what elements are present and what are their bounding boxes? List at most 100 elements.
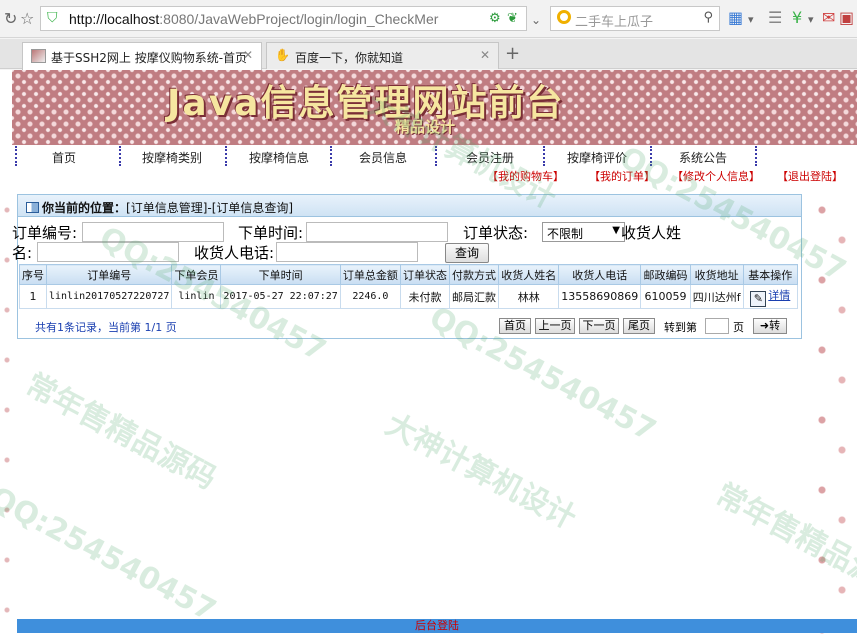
tab-label: 基于SSH2网上 按摩仪购物系统-首页	[51, 51, 248, 65]
page-number-input[interactable]	[705, 318, 729, 334]
order-time-label: 下单时间:	[238, 224, 304, 242]
breadcrumb: 你当前的位置：[订单信息管理]-[订单信息查询]	[18, 195, 801, 217]
logout-link[interactable]: 【退出登陆】	[777, 168, 843, 184]
first-page-button[interactable]: 首页	[499, 318, 531, 334]
web-page: Java信息管理网站前台 精品设计 首页 按摩椅类别 按摩椅信息 会员信息 会员…	[0, 70, 857, 640]
nav-member-info[interactable]: 会员信息	[359, 149, 407, 166]
next-page-button[interactable]: 下一页	[579, 318, 619, 334]
decorative-flowers	[807, 190, 857, 640]
nav-separator	[225, 146, 227, 166]
prev-page-button[interactable]: 上一页	[535, 318, 575, 334]
cell-total: 2246.0	[339, 284, 401, 309]
detail-link[interactable]: 详情	[768, 289, 790, 302]
cell-order-no: linlin20170527220727	[45, 284, 173, 309]
nav-home[interactable]: 首页	[52, 149, 76, 166]
apps-icon[interactable]: ▦	[728, 10, 743, 26]
chevron-down-icon[interactable]: ▾	[748, 12, 754, 28]
order-table: 序号 订单编号 下单会员 下单时间 订单总金额 订单状态 付款方式 收货人姓名 …	[19, 264, 799, 309]
column-header: 下单时间	[220, 264, 341, 285]
nav-separator	[543, 146, 545, 166]
chevron-down-icon[interactable]: ⌄	[531, 12, 541, 28]
order-no-input[interactable]	[82, 222, 224, 242]
column-header: 基本操作	[742, 264, 799, 285]
chevron-down-icon: ▼	[612, 225, 620, 236]
search-icon[interactable]: ⚲	[703, 10, 713, 25]
column-header: 下单会员	[171, 264, 222, 285]
url-path: :8080/JavaWebProject/login/login_CheckMe…	[159, 11, 439, 27]
tab-home[interactable]: 基于SSH2网上 按摩仪购物系统-首页 ✕	[22, 42, 262, 70]
banner-title: Java信息管理网站前台	[167, 83, 565, 124]
menu-icon[interactable]: ☰	[768, 10, 782, 26]
nav-separator	[119, 146, 121, 166]
column-header: 订单状态	[399, 264, 450, 285]
main-nav: 首页 按摩椅类别 按摩椅信息 会员信息 会员注册 按摩椅评价 系统公告	[12, 146, 772, 166]
chevron-down-icon[interactable]: ▾	[808, 12, 814, 28]
tab-baidu[interactable]: ✋ 百度一下，你就知道 ✕	[266, 42, 499, 69]
column-header: 邮政编码	[640, 264, 691, 285]
baidu-icon: ✋	[275, 48, 290, 62]
close-icon[interactable]: ✕	[243, 48, 253, 62]
page-unit-label: 页	[733, 321, 744, 334]
nav-separator	[15, 146, 17, 166]
settings-icon[interactable]: ⚙	[489, 11, 501, 26]
pagination: 共有1条记录，当前第 1/1 页 首页 上一页 下一页 尾页 转到第 页 ➜转	[17, 315, 802, 337]
admin-login-link[interactable]: 后台登陆	[415, 619, 459, 632]
footer-bar: 后台登陆	[17, 619, 857, 633]
refresh-icon[interactable]: ↻	[4, 11, 17, 27]
nav-chair-review[interactable]: 按摩椅评价	[567, 149, 627, 166]
mail-icon[interactable]: ✉	[822, 10, 835, 26]
search-input[interactable]: 二手车上瓜子	[575, 11, 653, 30]
close-icon[interactable]: ✕	[480, 48, 490, 62]
query-button[interactable]: 查询	[445, 243, 489, 263]
order-no-label: 订单编号:	[12, 224, 78, 242]
nav-chair-category[interactable]: 按摩椅类别	[142, 149, 202, 166]
receiver-name-label: 收货人姓	[621, 224, 682, 242]
nav-chair-info[interactable]: 按摩椅信息	[249, 149, 309, 166]
location-label: 你当前的位置：	[42, 201, 127, 215]
shield-icon: ⛉	[47, 10, 58, 26]
cell-order-time: 2017-05-27 22:07:27	[220, 284, 341, 309]
receiver-name-label-cont: 名:	[12, 244, 33, 262]
edit-profile-link[interactable]: 【修改个人信息】	[672, 168, 760, 184]
cell-receiver-phone: 13558690869	[558, 284, 642, 309]
order-status-label: 订单状态:	[463, 224, 529, 242]
money-icon[interactable]: ¥	[792, 10, 802, 26]
last-page-button[interactable]: 尾页	[623, 318, 655, 334]
receiver-phone-label: 收货人电话:	[194, 244, 275, 262]
go-button[interactable]: ➜转	[753, 318, 787, 334]
address-bar[interactable]: ⛉ http://localhost:8080/JavaWebProject/l…	[40, 6, 527, 31]
cell-postcode: 610059	[640, 284, 691, 309]
receiver-name-input[interactable]	[37, 242, 179, 262]
table-row: 1 linlin20170527220727 linlin 2017-05-27…	[19, 284, 799, 309]
star-icon[interactable]: ☆	[20, 11, 34, 27]
search-box[interactable]: 二手车上瓜子 ⚲	[550, 6, 720, 31]
column-header: 收货人姓名	[498, 264, 560, 285]
nav-separator	[650, 146, 652, 166]
site-banner: Java信息管理网站前台 精品设计	[12, 70, 857, 145]
tab-label: 百度一下，你就知道	[295, 51, 404, 65]
location-path: [订单信息管理]-[订单信息查询]	[126, 201, 294, 215]
nav-announcement[interactable]: 系统公告	[679, 149, 727, 166]
order-time-input[interactable]	[306, 222, 448, 242]
browser-toolbar: ↻ ☆ ⛉ http://localhost:8080/JavaWebProje…	[0, 0, 857, 38]
cell-address: 四川达州f	[689, 284, 744, 309]
my-orders-link[interactable]: 【我的订单】	[589, 168, 655, 184]
leaf-icon[interactable]: ❦	[507, 11, 518, 26]
url-text[interactable]: http://localhost:8080/JavaWebProject/log…	[69, 11, 509, 27]
cell-status: 未付款	[399, 284, 450, 309]
edit-icon[interactable]: ✎	[750, 290, 767, 307]
window-icon	[26, 202, 39, 213]
pager-info: 共有1条记录，当前第 1/1 页	[35, 321, 177, 334]
receiver-phone-input[interactable]	[276, 242, 418, 262]
pdf-icon[interactable]: ▣	[839, 10, 854, 26]
order-status-select[interactable]: 不限制 ▼	[542, 222, 625, 242]
url-host: http://localhost	[69, 11, 160, 27]
column-header: 付款方式	[448, 264, 500, 285]
cell-actions: ✎ 详情	[742, 284, 799, 309]
nav-member-register[interactable]: 会员注册	[466, 149, 514, 166]
column-header: 序号	[19, 264, 47, 285]
search-engine-icon	[557, 10, 571, 24]
new-tab-button[interactable]: +	[505, 43, 520, 64]
my-cart-link[interactable]: 【我的购物车】	[487, 168, 564, 184]
table-header-row: 序号 订单编号 下单会员 下单时间 订单总金额 订单状态 付款方式 收货人姓名 …	[19, 264, 799, 285]
